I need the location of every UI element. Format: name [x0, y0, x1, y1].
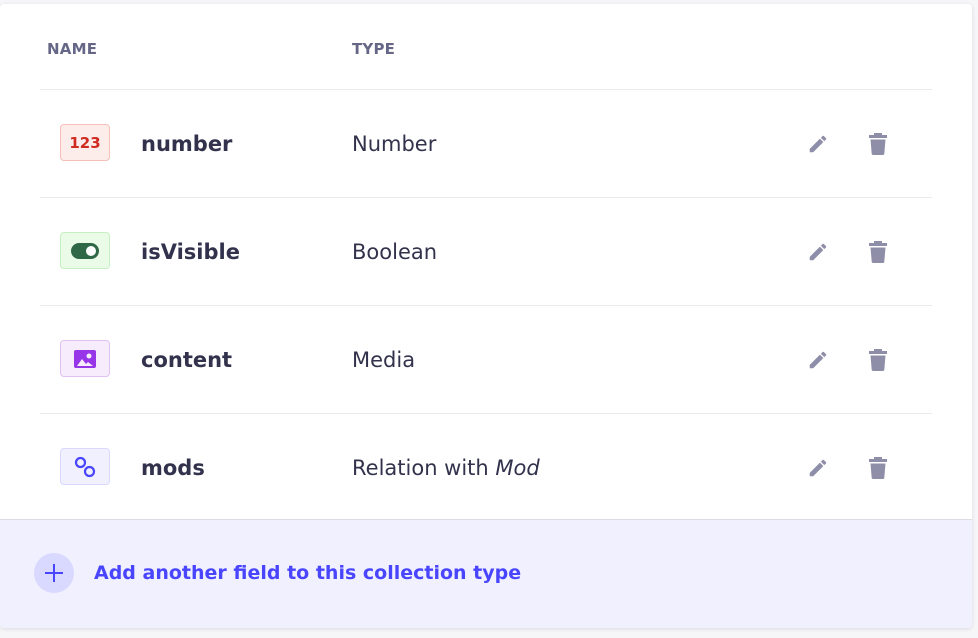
fields-table-card: NAME TYPE 123 number Number isVisible Bo…	[0, 4, 972, 628]
table-row: content Media	[40, 306, 932, 414]
field-type: Boolean	[352, 240, 437, 264]
pencil-icon	[809, 459, 827, 477]
number-icon-text: 123	[69, 133, 101, 152]
trash-icon	[869, 241, 887, 263]
delete-button[interactable]	[864, 454, 892, 482]
number-icon: 123	[60, 124, 110, 161]
link-icon	[60, 448, 110, 485]
field-name: isVisible	[141, 240, 240, 264]
field-type-text: Number	[352, 132, 437, 156]
edit-button[interactable]	[804, 454, 832, 482]
table-row: mods Relation with Mod	[40, 414, 932, 521]
pencil-icon	[809, 243, 827, 261]
trash-icon	[869, 133, 887, 155]
table-row: 123 number Number	[40, 90, 932, 198]
column-header-name: NAME	[47, 40, 98, 58]
toggle-icon	[60, 232, 110, 269]
field-type-target: Mod	[495, 456, 540, 480]
add-field-button[interactable]: Add another field to this collection typ…	[34, 553, 521, 593]
field-type-text: Relation with	[352, 456, 496, 480]
column-header-type: TYPE	[352, 40, 396, 58]
delete-button[interactable]	[864, 346, 892, 374]
field-type-text: Media	[352, 348, 416, 372]
field-name: mods	[141, 456, 205, 480]
field-type: Relation with Mod	[352, 456, 540, 480]
plus-icon	[34, 553, 74, 593]
trash-icon	[869, 457, 887, 479]
table-header: NAME TYPE	[40, 4, 932, 90]
edit-button[interactable]	[804, 346, 832, 374]
pencil-icon	[809, 351, 827, 369]
field-type: Media	[352, 348, 415, 372]
field-name: content	[141, 348, 233, 372]
pencil-icon	[809, 135, 827, 153]
edit-button[interactable]	[804, 130, 832, 158]
trash-icon	[869, 349, 887, 371]
table-row: isVisible Boolean	[40, 198, 932, 306]
image-icon	[60, 340, 110, 377]
field-type-text: Boolean	[352, 240, 438, 264]
delete-button[interactable]	[864, 130, 892, 158]
delete-button[interactable]	[864, 238, 892, 266]
add-field-footer: Add another field to this collection typ…	[0, 519, 972, 628]
edit-button[interactable]	[804, 238, 832, 266]
field-type: Number	[352, 132, 436, 156]
field-name: number	[141, 132, 233, 156]
add-field-label: Add another field to this collection typ…	[94, 562, 522, 584]
